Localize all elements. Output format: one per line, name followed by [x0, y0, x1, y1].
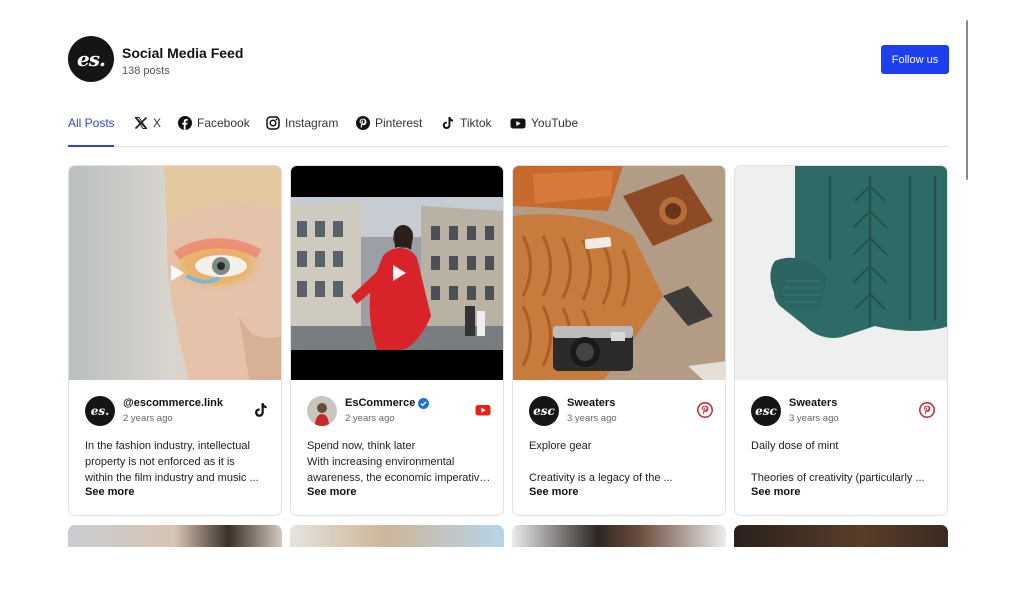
post-author[interactable]: Sweaters	[567, 397, 615, 409]
post-text-line: Spend now, think later	[307, 440, 416, 452]
post-media[interactable]	[291, 166, 503, 380]
post-time: 3 years ago	[567, 413, 617, 424]
pinterest-icon[interactable]	[697, 402, 713, 418]
post-card-partial[interactable]	[290, 525, 504, 547]
tab-pinterest[interactable]: Pinterest	[356, 113, 422, 146]
post-time: 2 years ago	[123, 413, 173, 424]
x-icon	[134, 116, 148, 130]
tab-label: All Posts	[68, 116, 115, 130]
post-card[interactable]: esc Sweaters 3 years ago Explore gear Cr…	[512, 165, 726, 516]
tab-label: X	[153, 116, 162, 130]
post-text-line: awareness, the economic imperative...	[307, 472, 491, 484]
green-sweater-thumbnail	[735, 166, 947, 380]
tab-label: Facebook	[197, 116, 250, 130]
post-card-partial[interactable]	[512, 525, 726, 547]
play-icon[interactable]	[171, 265, 184, 281]
post-text: Explore gear Creativity is a legacy of t…	[529, 438, 713, 486]
post-card-partial[interactable]	[68, 525, 282, 547]
post-body: EsCommerce 2 years ago Spend now, think …	[291, 380, 503, 515]
author-name: @escommerce.link	[123, 397, 223, 409]
post-text-line	[751, 454, 935, 470]
avatar[interactable]	[307, 396, 337, 426]
see-more-link[interactable]: See more	[751, 486, 801, 498]
post-media[interactable]	[69, 166, 281, 380]
post-author[interactable]: EsCommerce	[345, 397, 430, 409]
tab-instagram[interactable]: Instagram	[266, 113, 338, 146]
post-count: 138 posts	[122, 65, 170, 77]
post-card[interactable]: EsCommerce 2 years ago Spend now, think …	[290, 165, 504, 516]
author-name: Sweaters	[789, 397, 838, 409]
page-scrollbar[interactable]	[966, 20, 969, 180]
post-media[interactable]	[735, 166, 947, 380]
post-text-line: Daily dose of mint	[751, 440, 839, 452]
post-body: esc Sweaters 3 years ago Daily dose of m…	[735, 380, 947, 515]
see-more-link[interactable]: See more	[85, 486, 135, 498]
post-card-partial[interactable]	[734, 525, 948, 547]
pinterest-icon[interactable]	[919, 402, 935, 418]
tab-all-posts[interactable]: All Posts	[68, 113, 115, 147]
author-name: Sweaters	[567, 397, 616, 409]
facebook-icon	[178, 116, 192, 130]
post-text-line: Theories of creativity (particularly ...	[751, 472, 925, 484]
page-title: Social Media Feed	[122, 45, 244, 61]
author-name: EsCommerce	[345, 397, 416, 409]
post-text-line: Creativity is a legacy of the ...	[529, 472, 673, 484]
brand-logo: es.	[68, 36, 114, 82]
post-text: Daily dose of mint Theories of creativit…	[751, 438, 935, 486]
feed-header: es. Social Media Feed 138 posts Follow u…	[68, 36, 949, 84]
youtube-icon	[510, 118, 526, 129]
tab-youtube[interactable]: YouTube	[510, 113, 578, 146]
post-text-line: With increasing environmental	[307, 456, 455, 468]
post-text: In the fashion industry, intellectual pr…	[85, 438, 269, 486]
youtube-icon[interactable]	[475, 402, 491, 418]
tiktok-icon[interactable]	[253, 402, 269, 418]
verified-badge-icon	[418, 397, 430, 409]
tab-tiktok[interactable]: Tiktok	[441, 113, 492, 146]
post-card[interactable]: esc Sweaters 3 years ago Daily dose of m…	[734, 165, 948, 516]
scrollbar-thumb[interactable]	[966, 20, 968, 180]
sweater-camera-thumbnail	[513, 166, 725, 380]
post-time: 3 years ago	[789, 413, 839, 424]
post-time: 2 years ago	[345, 413, 395, 424]
see-more-link[interactable]: See more	[307, 486, 357, 498]
post-text-line	[529, 454, 713, 470]
follow-us-button[interactable]: Follow us	[881, 45, 949, 74]
post-text: Spend now, think later With increasing e…	[307, 438, 491, 486]
post-body: es. @escommerce.link 2 years ago In the …	[69, 380, 281, 515]
play-icon[interactable]	[393, 265, 406, 281]
tab-label: Tiktok	[460, 116, 492, 130]
post-text-line: property is not enforced as it is	[85, 456, 235, 468]
post-text-line: In the fashion industry, intellectual	[85, 440, 250, 452]
source-tabs: All Posts X Facebook Instagram Pinterest	[68, 113, 949, 147]
tab-label: YouTube	[531, 116, 579, 130]
avatar[interactable]: esc	[751, 396, 781, 426]
post-text-line: Explore gear	[529, 440, 592, 452]
post-author[interactable]: Sweaters	[789, 397, 837, 409]
avatar[interactable]: es.	[85, 396, 115, 426]
tab-label: Pinterest	[375, 116, 423, 130]
tab-x[interactable]: X	[134, 113, 161, 146]
tab-label: Instagram	[285, 116, 339, 130]
pinterest-icon	[356, 116, 370, 130]
tiktok-icon	[442, 117, 453, 129]
instagram-icon	[266, 116, 280, 130]
post-card[interactable]: es. @escommerce.link 2 years ago In the …	[68, 165, 282, 516]
post-author[interactable]: @escommerce.link	[123, 397, 223, 409]
post-body: esc Sweaters 3 years ago Explore gear Cr…	[513, 380, 725, 515]
avatar[interactable]: esc	[529, 396, 559, 426]
see-more-link[interactable]: See more	[529, 486, 579, 498]
post-text-line: within the film industry and music ...	[85, 472, 259, 484]
tab-facebook[interactable]: Facebook	[178, 113, 250, 146]
post-media[interactable]	[513, 166, 725, 380]
